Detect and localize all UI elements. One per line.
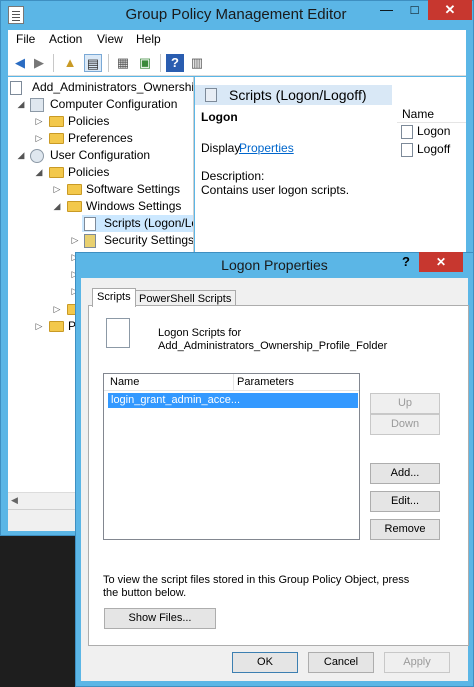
info-line2: the button below. bbox=[103, 587, 187, 599]
details-header: Scripts (Logon/Logoff) bbox=[195, 85, 392, 105]
properties-icon[interactable]: ▦ bbox=[114, 54, 132, 72]
ok-button[interactable]: OK bbox=[232, 652, 298, 673]
collapse-arrow-icon[interactable]: ◢ bbox=[34, 164, 44, 181]
toolbar-separator bbox=[108, 54, 109, 72]
info-line1: To view the script files stored in this … bbox=[103, 574, 410, 586]
dialog-close-button[interactable]: ✕ bbox=[419, 252, 463, 272]
add-button[interactable]: Add... bbox=[370, 463, 440, 484]
menu-help[interactable]: Help bbox=[136, 32, 161, 46]
menu-action[interactable]: Action bbox=[49, 32, 82, 46]
details-title: Scripts (Logon/Logoff) bbox=[229, 87, 367, 103]
display-label: Display bbox=[201, 141, 241, 155]
tree-label: Security Settings bbox=[104, 233, 194, 247]
edit-button[interactable]: Edit... bbox=[370, 491, 440, 512]
scroll-left-icon[interactable]: ◀ bbox=[11, 495, 18, 506]
script-icon bbox=[84, 217, 96, 231]
user-icon bbox=[30, 149, 44, 163]
back-arrow-icon[interactable]: ◀ bbox=[11, 54, 29, 72]
show-hide-tree-icon[interactable]: ▤ bbox=[84, 54, 102, 72]
menu-bar: File Action View Help bbox=[8, 30, 466, 50]
script-row-selected[interactable]: login_grant_admin_acce... bbox=[108, 393, 358, 408]
menu-view[interactable]: View bbox=[97, 32, 123, 46]
caption-line1: Logon Scripts for bbox=[158, 327, 242, 339]
description-text: Contains user logon scripts. bbox=[201, 183, 350, 197]
toolbar-separator bbox=[53, 54, 54, 72]
up-folder-icon[interactable]: ▲ bbox=[61, 54, 79, 72]
menu-file[interactable]: File bbox=[16, 32, 35, 46]
dialog-help-button[interactable]: ? bbox=[395, 252, 417, 272]
maximize-button[interactable]: □ bbox=[401, 0, 428, 20]
gpo-icon bbox=[10, 81, 22, 95]
list-item-logon[interactable]: Logon bbox=[401, 124, 461, 140]
folder-icon bbox=[49, 116, 64, 127]
expand-arrow-icon[interactable]: ▷ bbox=[70, 232, 80, 249]
tree-label: Policies bbox=[68, 165, 110, 179]
forward-arrow-icon[interactable]: ▶ bbox=[30, 54, 48, 72]
expand-arrow-icon[interactable]: ▷ bbox=[34, 130, 44, 147]
apply-button[interactable]: Apply bbox=[384, 652, 450, 673]
script-icon bbox=[401, 125, 413, 139]
toolbar: ◀ ▶ ▲ ▤ ▦ ▣ ? ▥ bbox=[8, 50, 466, 76]
show-files-button[interactable]: Show Files... bbox=[104, 608, 216, 629]
minimize-button[interactable]: — bbox=[373, 0, 400, 20]
view-icon[interactable]: ▥ bbox=[188, 54, 206, 72]
export-list-icon[interactable]: ▣ bbox=[136, 54, 154, 72]
list-item-label: Logon bbox=[417, 124, 451, 138]
tree-root-label: Add_Administrators_Ownership_Profile_Fol… bbox=[32, 80, 194, 94]
collapse-arrow-icon[interactable]: ◢ bbox=[16, 147, 26, 164]
folder-icon bbox=[49, 133, 64, 144]
tree-label: Policies bbox=[68, 114, 110, 128]
folder-icon bbox=[67, 201, 82, 212]
computer-icon bbox=[30, 98, 44, 112]
description-label: Description: bbox=[201, 169, 265, 183]
tree-label: Software Settings bbox=[86, 182, 181, 196]
tree-label: Windows Settings bbox=[86, 199, 182, 213]
tree-label: User Configuration bbox=[50, 148, 151, 162]
toolbar-separator bbox=[160, 54, 161, 72]
col-name[interactable]: Name bbox=[110, 376, 139, 388]
item-title: Logon bbox=[201, 110, 238, 124]
list-item-logoff[interactable]: Logoff bbox=[401, 142, 461, 158]
security-icon bbox=[84, 234, 96, 248]
folder-icon bbox=[49, 167, 64, 178]
folder-icon bbox=[49, 321, 64, 332]
folder-icon bbox=[67, 184, 82, 195]
list-header: Name Parameters bbox=[104, 374, 359, 391]
tree-label: Preferences bbox=[68, 131, 133, 145]
close-button[interactable]: ✕ bbox=[428, 0, 472, 20]
script-icon bbox=[401, 143, 413, 157]
script-document-icon bbox=[106, 318, 130, 348]
help-icon[interactable]: ? bbox=[166, 54, 184, 72]
collapse-arrow-icon[interactable]: ◢ bbox=[52, 198, 62, 215]
col-parameters[interactable]: Parameters bbox=[237, 376, 294, 388]
remove-button[interactable]: Remove bbox=[370, 519, 440, 540]
list-item-label: Logoff bbox=[417, 142, 451, 156]
list-header-name[interactable]: Name bbox=[397, 107, 466, 123]
caption-line2: Add_Administrators_Ownership_Profile_Fol… bbox=[158, 340, 388, 352]
col-divider bbox=[233, 374, 234, 390]
tree-label: Computer Configuration bbox=[50, 97, 178, 111]
collapse-arrow-icon[interactable]: ◢ bbox=[16, 96, 26, 113]
properties-link[interactable]: Properties bbox=[239, 141, 294, 155]
down-button[interactable]: Down bbox=[370, 414, 440, 435]
expand-arrow-icon[interactable]: ▷ bbox=[34, 318, 44, 335]
up-button[interactable]: Up bbox=[370, 393, 440, 414]
expand-arrow-icon[interactable]: ▷ bbox=[52, 301, 62, 318]
tab-scripts[interactable]: Scripts bbox=[92, 288, 136, 307]
tree-scripts-selected[interactable]: Scripts (Logon/Logoff) bbox=[82, 215, 193, 232]
cancel-button[interactable]: Cancel bbox=[308, 652, 374, 673]
script-icon bbox=[205, 88, 217, 102]
expand-arrow-icon[interactable]: ▷ bbox=[34, 113, 44, 130]
tree-label: Scripts (Logon/Logoff) bbox=[104, 216, 193, 230]
scripts-list[interactable]: Name Parameters login_grant_admin_acce..… bbox=[103, 373, 360, 540]
expand-arrow-icon[interactable]: ▷ bbox=[52, 181, 62, 198]
